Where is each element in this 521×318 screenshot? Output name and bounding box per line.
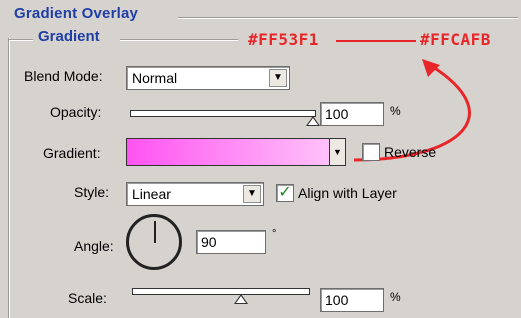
angle-dial[interactable] — [126, 214, 182, 270]
header-divider — [178, 17, 518, 19]
opacity-label: Opacity: — [50, 104, 102, 120]
gradient-dropdown-icon[interactable]: ▼ — [329, 139, 345, 165]
reverse-checkbox[interactable] — [362, 143, 380, 161]
blend-mode-value: Normal — [132, 70, 178, 86]
scale-label: Scale: — [68, 290, 107, 306]
style-select[interactable]: Linear ▼ — [126, 182, 264, 206]
group-frame-left — [8, 38, 10, 318]
scale-slider-thumb[interactable] — [234, 294, 248, 304]
scale-slider-track[interactable] — [132, 288, 310, 295]
angle-unit: ° — [272, 228, 277, 240]
angle-dial-hand — [154, 221, 156, 243]
angle-input[interactable]: 90 — [196, 230, 266, 254]
chevron-down-icon[interactable]: ▼ — [243, 185, 261, 203]
reverse-label: Reverse — [384, 144, 437, 160]
scale-unit: % — [390, 290, 401, 304]
group-divider — [120, 39, 238, 41]
gradient-preview[interactable]: ▼ — [126, 138, 346, 166]
style-value: Linear — [132, 186, 171, 202]
annotation-end-color: #FFCAFB — [420, 30, 491, 49]
annotation-connector-line — [336, 40, 416, 42]
align-with-layer-label: Align with Layer — [298, 185, 397, 201]
opacity-unit: % — [390, 104, 401, 118]
blend-mode-label: Blend Mode: — [24, 68, 103, 84]
opacity-slider-track[interactable] — [130, 110, 316, 117]
group-title: Gradient — [38, 28, 100, 45]
gradient-label: Gradient: — [43, 145, 101, 161]
blend-mode-select[interactable]: Normal ▼ — [126, 66, 290, 90]
panel-title: Gradient Overlay — [14, 5, 139, 22]
scale-input[interactable]: 100 — [320, 288, 384, 312]
align-with-layer-checkbox[interactable]: ✓ — [276, 184, 294, 202]
chevron-down-icon[interactable]: ▼ — [269, 69, 287, 87]
opacity-slider-thumb[interactable] — [306, 116, 320, 126]
style-label: Style: — [74, 184, 110, 200]
annotation-start-color: #FF53F1 — [248, 30, 319, 49]
angle-label: Angle: — [74, 238, 114, 254]
opacity-input[interactable]: 100 — [320, 102, 384, 126]
group-divider-left — [9, 39, 33, 41]
